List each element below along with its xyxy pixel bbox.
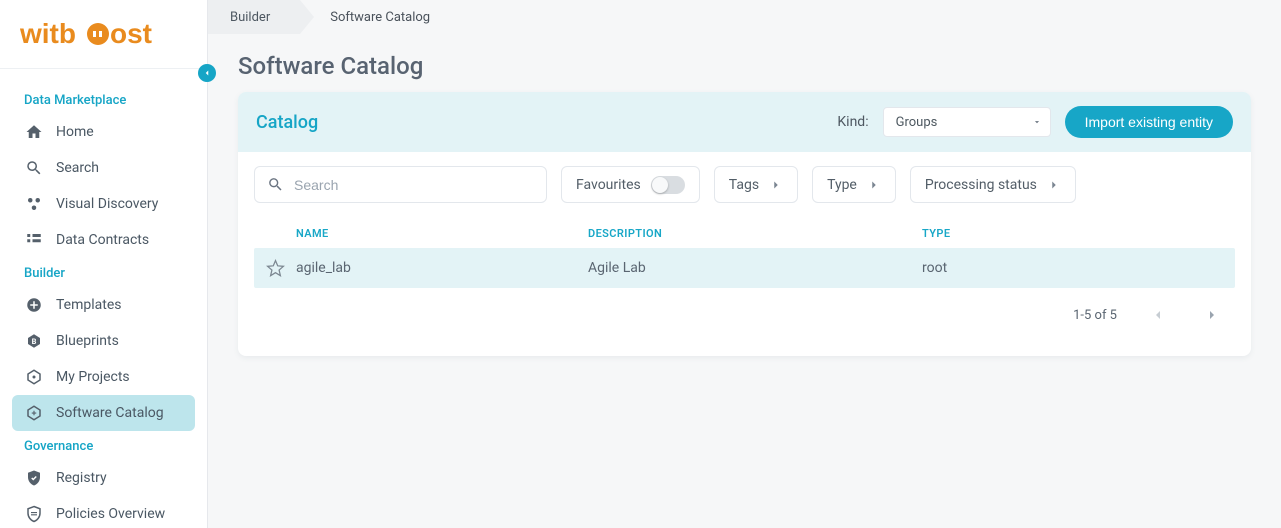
sidebar-collapse-button[interactable]	[198, 64, 216, 82]
chevron-right-icon	[867, 178, 881, 192]
sidebar-item-label: Visual Discovery	[56, 196, 158, 212]
chevron-left-icon	[1150, 307, 1166, 323]
table-row[interactable]: agile_lab Agile Lab root	[254, 248, 1235, 288]
policies-icon	[24, 504, 44, 524]
sidebar-item-label: Data Contracts	[56, 232, 149, 248]
catalog-icon	[24, 403, 44, 423]
templates-icon	[24, 295, 44, 315]
registry-icon	[24, 468, 44, 488]
svg-text:B: B	[32, 337, 37, 346]
col-name-header[interactable]: NAME	[296, 227, 588, 240]
sidebar-item-software-catalog[interactable]: Software Catalog	[12, 395, 195, 431]
breadcrumb-builder[interactable]: Builder	[208, 0, 300, 34]
sidebar-item-registry[interactable]: Registry	[12, 460, 195, 496]
catalog-card-header: Catalog Kind: Groups Import existing ent…	[238, 92, 1251, 152]
catalog-search[interactable]	[254, 166, 547, 203]
sidebar-item-label: Policies Overview	[56, 506, 165, 522]
sidebar-item-label: Templates	[56, 297, 122, 313]
filter-favourites[interactable]: Favourites	[561, 166, 700, 203]
table-header-row: NAME DESCRIPTION TYPE	[254, 217, 1235, 248]
sidebar-item-my-projects[interactable]: My Projects	[12, 359, 195, 395]
pagination-range: 1-5 of 5	[1073, 308, 1117, 323]
kind-select[interactable]: Groups	[883, 107, 1051, 137]
breadcrumb-current: Software Catalog	[300, 0, 452, 34]
home-icon	[24, 122, 44, 142]
brand-logo: witb ost	[20, 18, 185, 50]
breadcrumb: Builder Software Catalog	[208, 0, 1281, 34]
col-description-header[interactable]: DESCRIPTION	[588, 227, 922, 240]
sidebar-item-label: Home	[56, 124, 94, 140]
pagination-next[interactable]	[1199, 302, 1225, 328]
col-type-header[interactable]: TYPE	[922, 227, 1235, 240]
sidebar-item-search[interactable]: Search	[12, 150, 195, 186]
catalog-title: Catalog	[256, 112, 823, 133]
sidebar-item-templates[interactable]: Templates	[12, 287, 195, 323]
nav-section-marketplace: Data Marketplace	[12, 85, 195, 114]
row-type: root	[922, 260, 1235, 276]
pagination: 1-5 of 5	[254, 288, 1235, 346]
filter-label: Tags	[729, 177, 759, 193]
projects-icon	[24, 367, 44, 387]
sidebar-item-label: My Projects	[56, 369, 130, 385]
kind-label: Kind:	[837, 114, 868, 130]
filter-processing-status[interactable]: Processing status	[910, 166, 1076, 203]
filter-tags[interactable]: Tags	[714, 166, 798, 203]
sidebar-item-home[interactable]: Home	[12, 114, 195, 150]
sidebar-nav: Data Marketplace Home Search Visual Disc…	[0, 69, 207, 528]
search-icon	[267, 176, 284, 193]
chevron-right-icon	[769, 178, 783, 192]
pagination-prev[interactable]	[1145, 302, 1171, 328]
logo: witb ost	[0, 0, 207, 69]
chevron-left-icon	[202, 68, 212, 78]
col-star	[254, 227, 296, 240]
sidebar-item-label: Search	[56, 160, 99, 176]
svg-text:ost: ost	[110, 18, 152, 49]
import-entity-button[interactable]: Import existing entity	[1065, 106, 1233, 138]
sidebar-item-visual-discovery[interactable]: Visual Discovery	[12, 186, 195, 222]
favourites-toggle[interactable]	[651, 176, 685, 194]
data-contracts-icon	[24, 230, 44, 250]
visual-discovery-icon	[24, 194, 44, 214]
sidebar-item-label: Blueprints	[56, 333, 119, 349]
chevron-right-icon	[1047, 178, 1061, 192]
row-description: Agile Lab	[588, 260, 922, 276]
blueprints-icon: B	[24, 331, 44, 351]
sidebar-item-label: Registry	[56, 470, 107, 486]
search-icon	[24, 158, 44, 178]
sidebar-item-data-contracts[interactable]: Data Contracts	[12, 222, 195, 258]
chevron-right-icon	[1204, 307, 1220, 323]
sidebar-item-blueprints[interactable]: B Blueprints	[12, 323, 195, 359]
star-outline-icon	[266, 259, 285, 278]
chevron-down-icon	[1032, 117, 1042, 127]
nav-section-governance: Governance	[12, 431, 195, 460]
favourite-toggle-cell[interactable]	[254, 259, 296, 278]
row-name: agile_lab	[296, 260, 588, 276]
filter-label: Processing status	[925, 177, 1037, 193]
page-title: Software Catalog	[208, 34, 1281, 92]
filter-label: Type	[827, 177, 857, 193]
breadcrumb-label: Builder	[230, 10, 270, 25]
filter-label: Favourites	[576, 177, 641, 193]
filters-bar: Favourites Tags Type Processing status	[238, 152, 1251, 217]
filter-type[interactable]: Type	[812, 166, 896, 203]
catalog-card: Catalog Kind: Groups Import existing ent…	[238, 92, 1251, 356]
svg-text:witb: witb	[20, 18, 76, 49]
sidebar-item-label: Software Catalog	[56, 405, 164, 421]
breadcrumb-label: Software Catalog	[330, 10, 430, 25]
catalog-search-input[interactable]	[294, 177, 534, 193]
kind-select-value: Groups	[896, 115, 938, 130]
nav-section-builder: Builder	[12, 258, 195, 287]
sidebar: witb ost Data Marketplace Home Search Vi…	[0, 0, 208, 528]
main: Builder Software Catalog Software Catalo…	[208, 0, 1281, 528]
catalog-table: NAME DESCRIPTION TYPE agile_lab Agile La…	[238, 217, 1251, 356]
sidebar-item-policies-overview[interactable]: Policies Overview	[12, 496, 195, 528]
